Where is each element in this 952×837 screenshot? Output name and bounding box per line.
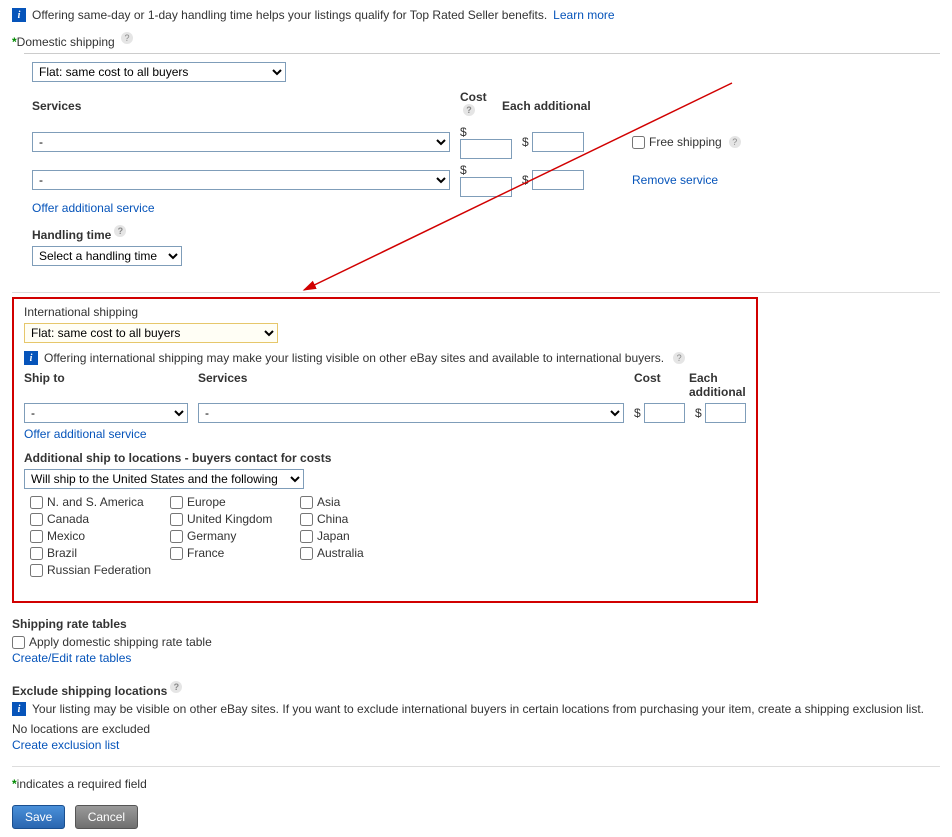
remove-service-link[interactable]: Remove service [632,173,718,187]
intl-services-header: Services [198,371,624,399]
domestic-service-1-select[interactable]: - [32,132,450,152]
domestic-shipping-type-select[interactable]: Flat: same cost to all buyers [32,62,286,82]
required-field-note: *indicates a required field [12,777,940,791]
create-exclusion-list-link[interactable]: Create exclusion list [12,738,119,752]
divider [12,292,940,293]
info-icon: i [12,702,26,716]
intl-service-select[interactable]: - [198,403,624,423]
cancel-button[interactable]: Cancel [75,805,138,829]
intl-ship-to-select[interactable]: - [24,403,188,423]
loc-asia-checkbox[interactable] [300,496,313,509]
top-info-text: Offering same-day or 1-day handling time… [32,8,547,22]
info-icon: i [12,8,26,22]
domestic-cost-1-input[interactable] [460,139,512,159]
intl-each-additional-header: Each additional [689,371,746,399]
create-edit-rate-tables-link[interactable]: Create/Edit rate tables [12,651,131,665]
top-info-row: i Offering same-day or 1-day handling ti… [12,8,940,22]
handling-time-select[interactable]: Select a handling time [32,246,182,266]
services-header: Services [32,99,450,113]
loc-russia-checkbox[interactable] [30,564,43,577]
loc-china-checkbox[interactable] [300,513,313,526]
free-shipping-checkbox[interactable] [632,136,645,149]
international-shipping-type-select[interactable]: Flat: same cost to all buyers [24,323,278,343]
domestic-additional-2-input[interactable] [532,170,584,190]
loc-uk-checkbox[interactable] [170,513,183,526]
international-shipping-box: International shipping Flat: same cost t… [12,297,758,603]
additional-ship-to-label: Additional ship to locations - buyers co… [24,451,746,465]
exclude-locations-heading: Exclude shipping locations? [12,681,940,698]
loc-france-checkbox[interactable] [170,547,183,560]
help-icon[interactable]: ? [729,136,741,148]
apply-domestic-rate-checkbox[interactable] [12,636,25,649]
additional-ship-to-select[interactable]: Will ship to the United States and the f… [24,469,304,489]
intl-offer-additional-link[interactable]: Offer additional service [24,427,147,441]
domestic-cost-2-input[interactable] [460,177,512,197]
intl-cost-header: Cost [634,371,679,399]
handling-time-label: Handling time? [32,225,940,242]
domestic-additional-1-input[interactable] [532,132,584,152]
learn-more-link[interactable]: Learn more [553,8,614,22]
offer-additional-service-link[interactable]: Offer additional service [32,201,155,215]
loc-brazil-checkbox[interactable] [30,547,43,560]
intl-cost-input[interactable] [644,403,685,423]
free-shipping-label: Free shipping [649,135,722,149]
help-icon[interactable]: ? [463,104,475,116]
help-icon[interactable]: ? [170,681,182,693]
loc-japan-checkbox[interactable] [300,530,313,543]
locations-grid: N. and S. America Europe Asia Canada Uni… [30,495,746,577]
loc-mexico-checkbox[interactable] [30,530,43,543]
intl-info-text: Offering international shipping may make… [44,351,664,365]
exclude-none-text: No locations are excluded [12,722,940,736]
divider [12,766,940,767]
help-icon[interactable]: ? [114,225,126,237]
loc-n-s-america-checkbox[interactable] [30,496,43,509]
save-button[interactable]: Save [12,805,65,829]
exclude-info-text: Your listing may be visible on other eBa… [32,702,924,716]
help-icon[interactable]: ? [673,352,685,364]
intl-additional-input[interactable] [705,403,746,423]
ship-to-header: Ship to [24,371,188,399]
cost-header: Cost? [460,90,492,121]
loc-canada-checkbox[interactable] [30,513,43,526]
each-additional-header: Each additional [502,99,602,113]
loc-australia-checkbox[interactable] [300,547,313,560]
domestic-service-2-select[interactable]: - [32,170,450,190]
info-icon: i [24,351,38,365]
loc-europe-checkbox[interactable] [170,496,183,509]
loc-germany-checkbox[interactable] [170,530,183,543]
domestic-shipping-box: Flat: same cost to all buyers Services C… [24,53,940,278]
domestic-shipping-label: *Domestic shipping ? [12,32,940,49]
help-icon[interactable]: ? [121,32,133,44]
shipping-rate-tables-heading: Shipping rate tables [12,617,940,631]
international-shipping-label: International shipping [24,305,746,319]
apply-domestic-rate-label: Apply domestic shipping rate table [29,635,212,649]
